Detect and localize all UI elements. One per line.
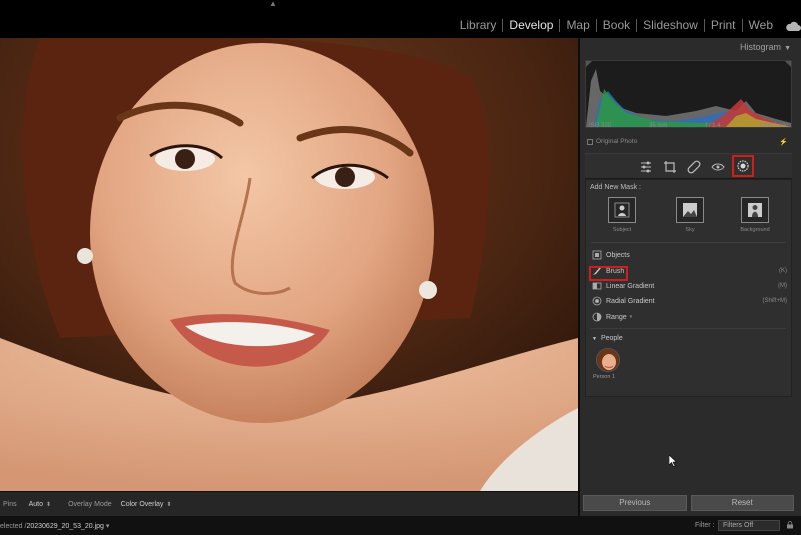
range-dropdown-caret[interactable]: ▾ bbox=[630, 314, 633, 320]
original-photo-label: Original Photo bbox=[596, 138, 638, 145]
cloud-sync-icon[interactable] bbox=[785, 19, 801, 31]
add-mask-panel: Add New Mask : Subject Sky Background Ob… bbox=[585, 179, 792, 397]
module-book[interactable]: Book bbox=[597, 15, 636, 35]
person-avatar bbox=[597, 349, 619, 371]
iso-value: ISO 320 bbox=[589, 123, 612, 129]
pins-chevron-icon[interactable]: ⬍ bbox=[46, 501, 51, 508]
original-photo-checkbox[interactable] bbox=[587, 138, 593, 145]
pins-dropdown[interactable]: Auto bbox=[29, 501, 43, 508]
sky-mask-icon bbox=[683, 203, 697, 217]
objects-tool[interactable]: Objects bbox=[592, 249, 787, 261]
subject-mask-icon bbox=[614, 202, 630, 218]
pins-label: Pins bbox=[3, 500, 17, 508]
people-title: People bbox=[600, 335, 623, 342]
radial-gradient-tool[interactable]: Radial Gradient (Shift+M) bbox=[592, 295, 787, 307]
filter-label: Filter : bbox=[695, 522, 715, 529]
module-picker: Library Develop Map Book Slideshow Print… bbox=[454, 15, 801, 35]
collapse-top-arrow-icon[interactable]: ▲ bbox=[268, 0, 278, 8]
module-develop[interactable]: Develop bbox=[503, 15, 559, 35]
shutter-value: 1/4700 sec bbox=[758, 123, 788, 129]
develop-tool-strip bbox=[585, 153, 792, 179]
subject-mask-button[interactable] bbox=[608, 197, 636, 223]
subject-mask-label: Subject bbox=[612, 227, 632, 233]
photo-toolbar: Pins Auto ⬍ Overlay Mode Color Overlay ⬍ bbox=[0, 491, 578, 516]
add-new-mask-title: Add New Mask : bbox=[590, 184, 641, 191]
objects-label: Objects bbox=[606, 251, 630, 259]
module-web[interactable]: Web bbox=[743, 15, 779, 35]
background-mask-label: Background bbox=[740, 227, 770, 233]
overlay-mode-chevron-icon[interactable]: ⬍ bbox=[166, 501, 171, 508]
masking-icon[interactable] bbox=[732, 155, 754, 177]
range-tool[interactable]: Range ▾ bbox=[592, 311, 787, 323]
selection-info: elected /20230629_20_53_20.jpg ▾ bbox=[0, 522, 109, 530]
mask-divider bbox=[591, 328, 786, 329]
filter-lock-icon[interactable] bbox=[786, 521, 794, 529]
filename[interactable]: 20230629_20_53_20.jpg bbox=[26, 523, 103, 530]
right-panel: Histogram ▼ ISO 320 35 mm f / 1.4 1/4700 … bbox=[578, 38, 801, 516]
edit-sliders-icon[interactable] bbox=[637, 158, 655, 176]
filter-dropdown[interactable]: Filters Off bbox=[718, 520, 780, 531]
histogram-title: Histogram bbox=[740, 42, 782, 52]
red-eye-icon[interactable] bbox=[709, 158, 727, 176]
radial-gradient-label: Radial Gradient bbox=[606, 297, 655, 305]
mask-divider bbox=[591, 242, 786, 243]
collapse-triangle-icon[interactable]: ▼ bbox=[784, 45, 791, 52]
module-picker-bar: ▲ Library Develop Map Book Slideshow Pri… bbox=[0, 0, 801, 38]
brush-shortcut: (K) bbox=[779, 268, 787, 274]
sky-mask-label: Sky bbox=[685, 227, 695, 233]
range-label: Range bbox=[606, 313, 627, 321]
previous-button[interactable]: Previous bbox=[583, 495, 687, 511]
healing-bandage-icon[interactable] bbox=[685, 158, 703, 176]
histogram-graph[interactable] bbox=[585, 60, 792, 128]
module-slideshow[interactable]: Slideshow bbox=[637, 15, 704, 35]
focal-length-value: 35 mm bbox=[649, 123, 668, 129]
linear-gradient-shortcut: (M) bbox=[778, 283, 787, 289]
photo-canvas[interactable] bbox=[0, 38, 578, 491]
person-1-label: Person 1 bbox=[593, 374, 616, 380]
filmstrip-header: elected /20230629_20_53_20.jpg ▾ Filter … bbox=[0, 516, 801, 535]
linear-gradient-icon bbox=[592, 282, 602, 290]
original-photo-toggle[interactable]: Original Photo bbox=[587, 138, 637, 145]
panel-button-row: Previous Reset bbox=[583, 495, 794, 511]
exif-info: ISO 320 35 mm f / 1.4 1/4700 sec bbox=[585, 123, 792, 133]
portrait-photo bbox=[0, 38, 578, 491]
aperture-value: f / 1.4 bbox=[705, 123, 721, 129]
linear-gradient-tool[interactable]: Linear Gradient (M) bbox=[592, 280, 787, 292]
range-icon bbox=[592, 312, 602, 322]
module-map[interactable]: Map bbox=[560, 15, 595, 35]
selected-prefix: elected / bbox=[0, 523, 27, 530]
linear-gradient-label: Linear Gradient bbox=[606, 282, 655, 290]
filename-dropdown-caret[interactable]: ▾ bbox=[104, 523, 110, 530]
person-1-thumbnail[interactable] bbox=[596, 348, 620, 372]
expand-triangle-icon[interactable]: ▼ bbox=[592, 336, 597, 342]
crop-icon[interactable] bbox=[661, 158, 679, 176]
sky-mask-button[interactable] bbox=[676, 197, 704, 223]
radial-gradient-icon bbox=[592, 296, 602, 306]
module-print[interactable]: Print bbox=[705, 15, 742, 35]
people-section-header[interactable]: ▼ People bbox=[592, 335, 623, 342]
radial-gradient-shortcut: (Shift+M) bbox=[762, 298, 787, 304]
objects-icon bbox=[592, 250, 602, 260]
smart-preview-bolt-icon: ⚡ bbox=[779, 139, 788, 146]
module-library[interactable]: Library bbox=[454, 15, 503, 35]
overlay-mode-dropdown[interactable]: Color Overlay bbox=[121, 501, 164, 508]
background-mask-icon bbox=[748, 203, 762, 217]
background-mask-button[interactable] bbox=[741, 197, 769, 223]
overlay-mode-label: Overlay Mode bbox=[68, 500, 112, 508]
histogram-header[interactable]: Histogram ▼ bbox=[740, 42, 791, 52]
brush-highlight-box bbox=[589, 266, 628, 281]
reset-button[interactable]: Reset bbox=[690, 495, 794, 511]
mouse-pointer-icon bbox=[668, 454, 678, 467]
